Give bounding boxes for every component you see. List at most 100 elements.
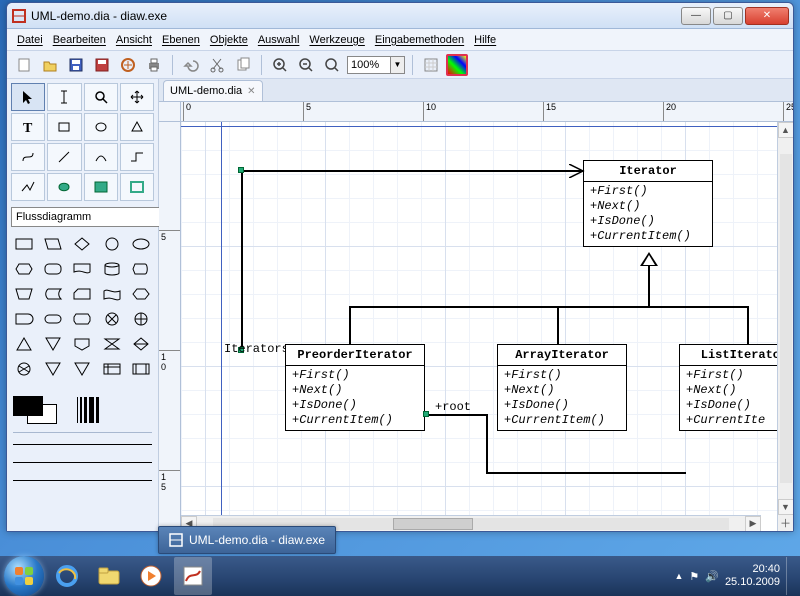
tool-bezier-icon[interactable] xyxy=(11,143,45,171)
shape-tape-icon[interactable] xyxy=(98,282,126,306)
shape-offpage-icon[interactable] xyxy=(68,332,96,356)
shape-card-icon[interactable] xyxy=(68,282,96,306)
scroll-down-icon[interactable]: ▼ xyxy=(778,499,794,515)
shape-prep-icon[interactable] xyxy=(127,282,155,306)
shape-diamond-icon[interactable] xyxy=(68,232,96,256)
tool-polyline-icon[interactable] xyxy=(11,173,45,201)
tool-arc-icon[interactable] xyxy=(84,143,118,171)
zoom-input[interactable] xyxy=(347,56,391,74)
label-iterators[interactable]: Iterators xyxy=(224,342,289,356)
shape-loop-icon[interactable] xyxy=(68,307,96,331)
line-width-icon[interactable] xyxy=(77,397,99,423)
zoom-combo[interactable]: ▼ xyxy=(347,56,405,74)
tb-open-icon[interactable] xyxy=(39,54,61,76)
assoc-line[interactable] xyxy=(241,170,583,172)
shape-rect-icon[interactable] xyxy=(10,232,38,256)
tb-snapobj-icon[interactable] xyxy=(446,54,468,76)
tb-print-icon[interactable] xyxy=(143,54,165,76)
shape-hexagon-icon[interactable] xyxy=(10,257,38,281)
menu-ansicht[interactable]: Ansicht xyxy=(116,34,152,46)
shape-tri-icon[interactable] xyxy=(10,332,38,356)
line-style-selector[interactable] xyxy=(7,435,158,453)
shape-roundrect-icon[interactable] xyxy=(39,257,67,281)
tray-show-hidden-icon[interactable]: ▲ xyxy=(674,571,683,581)
tool-scroll-icon[interactable] xyxy=(120,83,154,111)
shapeset-input[interactable] xyxy=(11,207,163,227)
arrow-end-selector[interactable] xyxy=(7,471,158,489)
shape-extract-icon[interactable] xyxy=(39,357,67,381)
menu-objekte[interactable]: Objekte xyxy=(210,34,248,46)
scroll-right-icon[interactable]: ▶ xyxy=(745,516,761,532)
shape-sort-icon[interactable] xyxy=(127,332,155,356)
scrollbar-vertical[interactable]: ▲ ▼ ＋ xyxy=(777,122,793,531)
shape-ellipse-icon[interactable] xyxy=(127,232,155,256)
fg-color-swatch[interactable] xyxy=(13,396,43,416)
shape-manual-icon[interactable] xyxy=(10,282,38,306)
tool-polygon-icon[interactable] xyxy=(120,113,154,141)
shape-predef-icon[interactable] xyxy=(127,357,155,381)
tb-undo-icon[interactable] xyxy=(180,54,202,76)
ql-explorer-icon[interactable] xyxy=(90,557,128,595)
close-button[interactable]: ✕ xyxy=(745,7,789,25)
uml-class-iterator[interactable]: Iterator +First() +Next() +IsDone() +Cur… xyxy=(583,160,713,247)
ql-ie-icon[interactable] xyxy=(48,557,86,595)
color-swatches[interactable] xyxy=(13,396,57,424)
shape-display-icon[interactable] xyxy=(127,257,155,281)
tool-pointer-icon[interactable] xyxy=(11,83,45,111)
minimize-button[interactable]: — xyxy=(681,7,711,25)
arrow-start-selector[interactable] xyxy=(7,453,158,471)
shape-merge-icon[interactable] xyxy=(68,357,96,381)
menu-datei[interactable]: Datei xyxy=(17,34,43,46)
menu-bearbeiten[interactable]: Bearbeiten xyxy=(53,34,106,46)
maximize-button[interactable]: ▢ xyxy=(713,7,743,25)
tray-clock[interactable]: 20:40 25.10.2009 xyxy=(725,563,780,589)
tb-zoom-icon[interactable] xyxy=(321,54,343,76)
tool-text-icon[interactable]: T xyxy=(11,113,45,141)
shape-or-icon[interactable] xyxy=(127,307,155,331)
menu-ebenen[interactable]: Ebenen xyxy=(162,34,200,46)
tb-zoomin-icon[interactable] xyxy=(269,54,291,76)
shape-circle-icon[interactable] xyxy=(98,232,126,256)
scroll-thumb-h[interactable] xyxy=(393,518,473,530)
tb-cut-icon[interactable] xyxy=(206,54,228,76)
diagram-canvas[interactable]: Iterator +First() +Next() +IsDone() +Cur… xyxy=(181,122,777,531)
zoom-dropdown-icon[interactable]: ▼ xyxy=(391,56,405,74)
show-desktop-button[interactable] xyxy=(786,557,794,595)
scroll-up-icon[interactable]: ▲ xyxy=(778,122,794,138)
menu-eingabemethoden[interactable]: Eingabemethoden xyxy=(375,34,464,46)
label-root[interactable]: +root xyxy=(435,400,471,414)
tool-line-icon[interactable] xyxy=(47,143,81,171)
tool-box-icon[interactable] xyxy=(47,113,81,141)
tb-save-icon[interactable] xyxy=(65,54,87,76)
assoc-line-v[interactable] xyxy=(241,170,243,350)
tool-textedit-icon[interactable] xyxy=(47,83,81,111)
shape-doc-icon[interactable] xyxy=(68,257,96,281)
tool-beziergon-icon[interactable] xyxy=(47,173,81,201)
tool-zoom-icon[interactable] xyxy=(84,83,118,111)
uml-class-preorder[interactable]: PreorderIterator +First() +Next() +IsDon… xyxy=(285,344,425,431)
close-tab-icon[interactable]: ✕ xyxy=(247,86,255,97)
taskbar-preview[interactable]: UML-demo.dia - diaw.exe xyxy=(158,526,336,554)
ql-wmp-icon[interactable] xyxy=(132,557,170,595)
tray-volume-icon[interactable]: 🔊 xyxy=(705,570,719,583)
tool-image-icon[interactable] xyxy=(84,173,118,201)
tool-outline-icon[interactable] xyxy=(120,173,154,201)
shape-stored-icon[interactable] xyxy=(39,282,67,306)
shape-sum-icon[interactable] xyxy=(98,307,126,331)
shape-collate-icon[interactable] xyxy=(98,332,126,356)
shape-terminal-icon[interactable] xyxy=(39,307,67,331)
tb-new-icon[interactable] xyxy=(13,54,35,76)
ql-dia-icon[interactable] xyxy=(174,557,212,595)
shape-delay-icon[interactable] xyxy=(10,307,38,331)
tb-zoomout-icon[interactable] xyxy=(295,54,317,76)
menu-auswahl[interactable]: Auswahl xyxy=(258,34,300,46)
shape-internal-icon[interactable] xyxy=(98,357,126,381)
shape-sumjunc-icon[interactable] xyxy=(10,357,38,381)
menu-werkzeuge[interactable]: Werkzeuge xyxy=(309,34,364,46)
tool-zigzag-icon[interactable] xyxy=(120,143,154,171)
shape-parallelogram-icon[interactable] xyxy=(39,232,67,256)
shape-invtri-icon[interactable] xyxy=(39,332,67,356)
uml-class-array[interactable]: ArrayIterator +First() +Next() +IsDone()… xyxy=(497,344,627,431)
doc-tab[interactable]: UML-demo.dia ✕ xyxy=(163,80,263,101)
menu-hilfe[interactable]: Hilfe xyxy=(474,34,496,46)
